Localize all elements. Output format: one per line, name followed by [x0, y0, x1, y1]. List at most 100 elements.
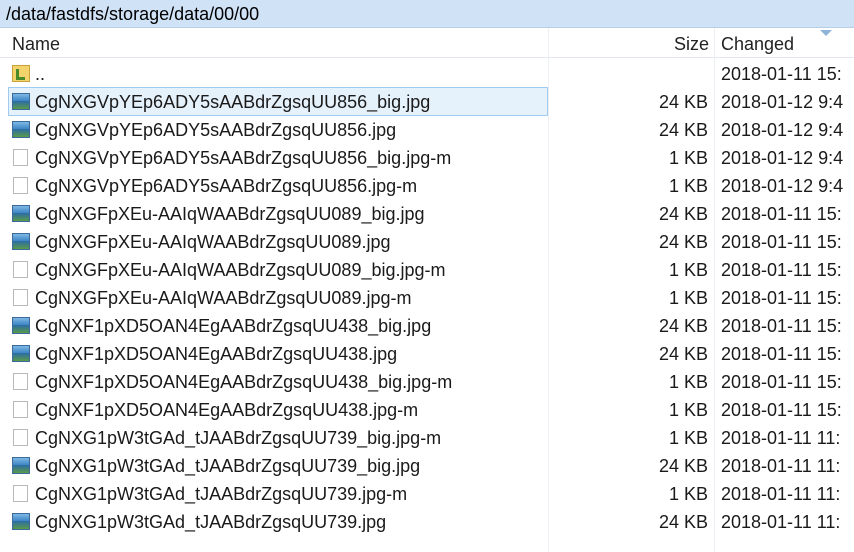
- column-header-name[interactable]: Name: [12, 28, 60, 58]
- file-row[interactable]: CgNXGFpXEu-AAIqWAABdrZgsqUU089_big.jpg 24…: [0, 200, 854, 228]
- file-changed-date: 2018-01-11 15:: [721, 400, 842, 420]
- file-name: CgNXGFpXEu-AAIqWAABdrZgsqUU089.jpg-m: [35, 288, 412, 308]
- file-row[interactable]: CgNXGVpYEp6ADY5sAABdrZgsqUU856_big.jpg-m…: [0, 144, 854, 172]
- file-changed-date: 2018-01-12 9:4: [721, 120, 844, 140]
- image-file-icon: [12, 317, 30, 334]
- image-file-icon: [12, 513, 30, 530]
- file-row[interactable]: CgNXGFpXEu-AAIqWAABdrZgsqUU089_big.jpg-m…: [0, 256, 854, 284]
- file-list: .. 2018-01-11 15: CgNXGVpYEp6ADY5sAABdrZgs…: [0, 60, 854, 536]
- image-file-icon: [12, 205, 30, 222]
- file-row[interactable]: CgNXF1pXD5OAN4EgAABdrZgsqUU438_big.jpg-m…: [0, 368, 854, 396]
- file-size: 24 KB: [658, 232, 708, 252]
- file-name: CgNXF1pXD5OAN4EgAABdrZgsqUU438_big.jpg-m: [35, 372, 453, 392]
- file-name-cell[interactable]: CgNXGFpXEu-AAIqWAABdrZgsqUU089_big.jpg: [9, 200, 547, 227]
- file-row[interactable]: CgNXGVpYEp6ADY5sAABdrZgsqUU856.jpg 24 KB 2…: [0, 116, 854, 144]
- file-row[interactable]: CgNXGVpYEp6ADY5sAABdrZgsqUU856.jpg-m 1 KB…: [0, 172, 854, 200]
- file-size: 24 KB: [658, 344, 708, 364]
- file-icon: [13, 149, 28, 166]
- file-size: 24 KB: [658, 456, 708, 476]
- file-name-cell[interactable]: ..: [9, 60, 547, 87]
- file-row[interactable]: CgNXGFpXEu-AAIqWAABdrZgsqUU089.jpg 24 KB 2…: [0, 228, 854, 256]
- file-name: CgNXGFpXEu-AAIqWAABdrZgsqUU089.jpg: [35, 232, 391, 252]
- file-name-cell[interactable]: CgNXG1pW3tGAd_tJAABdrZgsqUU739.jpg: [9, 508, 547, 535]
- file-size: 1 KB: [668, 400, 708, 420]
- file-name: CgNXGVpYEp6ADY5sAABdrZgsqUU856.jpg-m: [35, 176, 418, 196]
- file-name: CgNXF1pXD5OAN4EgAABdrZgsqUU438.jpg-m: [35, 400, 419, 420]
- file-name-cell[interactable]: CgNXGVpYEp6ADY5sAABdrZgsqUU856_big.jpg: [8, 87, 548, 116]
- file-size: 1 KB: [668, 176, 708, 196]
- file-changed-date: 2018-01-11 11:: [721, 456, 841, 476]
- file-row[interactable]: CgNXG1pW3tGAd_tJAABdrZgsqUU739.jpg 24 KB 2…: [0, 508, 854, 536]
- file-changed-date: 2018-01-11 15:: [721, 344, 842, 364]
- file-name: CgNXG1pW3tGAd_tJAABdrZgsqUU739.jpg: [35, 512, 387, 532]
- file-name-cell[interactable]: CgNXGVpYEp6ADY5sAABdrZgsqUU856.jpg-m: [9, 172, 547, 199]
- file-size: 24 KB: [658, 92, 708, 112]
- parent-directory-row[interactable]: .. 2018-01-11 15:: [0, 60, 854, 88]
- file-name-cell[interactable]: CgNXG1pW3tGAd_tJAABdrZgsqUU739.jpg-m: [9, 480, 547, 507]
- image-file-icon: [12, 345, 30, 362]
- file-size: 24 KB: [658, 512, 708, 532]
- file-name: CgNXGVpYEp6ADY5sAABdrZgsqUU856.jpg: [35, 120, 397, 140]
- file-size: 1 KB: [668, 428, 708, 448]
- file-name-cell[interactable]: CgNXG1pW3tGAd_tJAABdrZgsqUU739_big.jpg-m: [9, 424, 547, 451]
- file-name: CgNXG1pW3tGAd_tJAABdrZgsqUU739.jpg-m: [35, 484, 408, 504]
- file-name-cell[interactable]: CgNXF1pXD5OAN4EgAABdrZgsqUU438_big.jpg-m: [9, 368, 547, 395]
- file-changed-date: 2018-01-11 15:: [721, 288, 842, 308]
- file-size: 24 KB: [658, 120, 708, 140]
- file-name-cell[interactable]: CgNXGFpXEu-AAIqWAABdrZgsqUU089.jpg-m: [9, 284, 547, 311]
- file-size: 1 KB: [668, 484, 708, 504]
- file-name-cell[interactable]: CgNXF1pXD5OAN4EgAABdrZgsqUU438_big.jpg: [9, 312, 547, 339]
- file-changed-date: 2018-01-11 15:: [721, 204, 842, 224]
- path-bar[interactable]: /data/fastdfs/storage/data/00/00: [0, 0, 854, 28]
- file-row[interactable]: CgNXGVpYEp6ADY5sAABdrZgsqUU856_big.jpg 24…: [0, 87, 854, 116]
- file-name-cell[interactable]: CgNXF1pXD5OAN4EgAABdrZgsqUU438.jpg-m: [9, 396, 547, 423]
- file-list-window: /data/fastdfs/storage/data/00/00 Name Si…: [0, 0, 854, 552]
- column-header-changed[interactable]: Changed: [721, 28, 794, 58]
- file-icon: [13, 373, 28, 390]
- file-icon: [13, 177, 28, 194]
- file-changed-date: 2018-01-11 11:: [721, 428, 841, 448]
- file-name: CgNXGFpXEu-AAIqWAABdrZgsqUU089_big.jpg: [35, 204, 425, 224]
- file-name: ..: [35, 64, 46, 84]
- image-file-icon: [12, 121, 30, 138]
- file-changed-date: 2018-01-11 15:: [721, 372, 842, 392]
- file-icon: [13, 401, 28, 418]
- file-row[interactable]: CgNXF1pXD5OAN4EgAABdrZgsqUU438.jpg-m 1 KB…: [0, 396, 854, 424]
- file-name-cell[interactable]: CgNXGFpXEu-AAIqWAABdrZgsqUU089.jpg: [9, 228, 547, 255]
- file-row[interactable]: CgNXF1pXD5OAN4EgAABdrZgsqUU438_big.jpg 24…: [0, 312, 854, 340]
- file-icon: [13, 289, 28, 306]
- file-size: 24 KB: [658, 316, 708, 336]
- file-name: CgNXGFpXEu-AAIqWAABdrZgsqUU089_big.jpg-m: [35, 260, 446, 280]
- file-row[interactable]: CgNXG1pW3tGAd_tJAABdrZgsqUU739_big.jpg-m…: [0, 424, 854, 452]
- file-name: CgNXF1pXD5OAN4EgAABdrZgsqUU438.jpg: [35, 344, 398, 364]
- parent-folder-icon: [12, 65, 30, 82]
- file-changed-date: 2018-01-11 11:: [721, 484, 841, 504]
- file-row[interactable]: CgNXG1pW3tGAd_tJAABdrZgsqUU739.jpg-m 1 KB…: [0, 480, 854, 508]
- file-name: CgNXF1pXD5OAN4EgAABdrZgsqUU438_big.jpg: [35, 316, 432, 336]
- file-name-cell[interactable]: CgNXGVpYEp6ADY5sAABdrZgsqUU856.jpg: [9, 116, 547, 143]
- file-name-cell[interactable]: CgNXGVpYEp6ADY5sAABdrZgsqUU856_big.jpg-m: [9, 144, 547, 171]
- file-changed-date: 2018-01-11 15:: [721, 64, 842, 84]
- file-name: CgNXGVpYEp6ADY5sAABdrZgsqUU856_big.jpg: [35, 92, 431, 112]
- file-icon: [13, 429, 28, 446]
- file-changed-date: 2018-01-11 11:: [721, 512, 841, 532]
- file-icon: [13, 485, 28, 502]
- file-row[interactable]: CgNXGFpXEu-AAIqWAABdrZgsqUU089.jpg-m 1 KB…: [0, 284, 854, 312]
- file-name-cell[interactable]: CgNXF1pXD5OAN4EgAABdrZgsqUU438.jpg: [9, 340, 547, 367]
- file-changed-date: 2018-01-11 15:: [721, 232, 842, 252]
- file-icon: [13, 261, 28, 278]
- file-size: 24 KB: [658, 204, 708, 224]
- file-name-cell[interactable]: CgNXG1pW3tGAd_tJAABdrZgsqUU739_big.jpg: [9, 452, 547, 479]
- file-name: CgNXG1pW3tGAd_tJAABdrZgsqUU739_big.jpg-m: [35, 428, 442, 448]
- file-row[interactable]: CgNXF1pXD5OAN4EgAABdrZgsqUU438.jpg 24 KB 2…: [0, 340, 854, 368]
- column-header-size[interactable]: Size: [674, 28, 709, 58]
- file-name-cell[interactable]: CgNXGFpXEu-AAIqWAABdrZgsqUU089_big.jpg-m: [9, 256, 547, 283]
- file-size: 1 KB: [668, 372, 708, 392]
- file-changed-date: 2018-01-12 9:4: [721, 92, 844, 112]
- file-changed-date: 2018-01-12 9:4: [721, 148, 844, 168]
- column-header-row: Name Size Changed: [0, 28, 854, 58]
- file-name: CgNXGVpYEp6ADY5sAABdrZgsqUU856_big.jpg-m: [35, 148, 452, 168]
- file-size: 1 KB: [668, 260, 708, 280]
- file-changed-date: 2018-01-11 15:: [721, 260, 842, 280]
- file-row[interactable]: CgNXG1pW3tGAd_tJAABdrZgsqUU739_big.jpg 24…: [0, 452, 854, 480]
